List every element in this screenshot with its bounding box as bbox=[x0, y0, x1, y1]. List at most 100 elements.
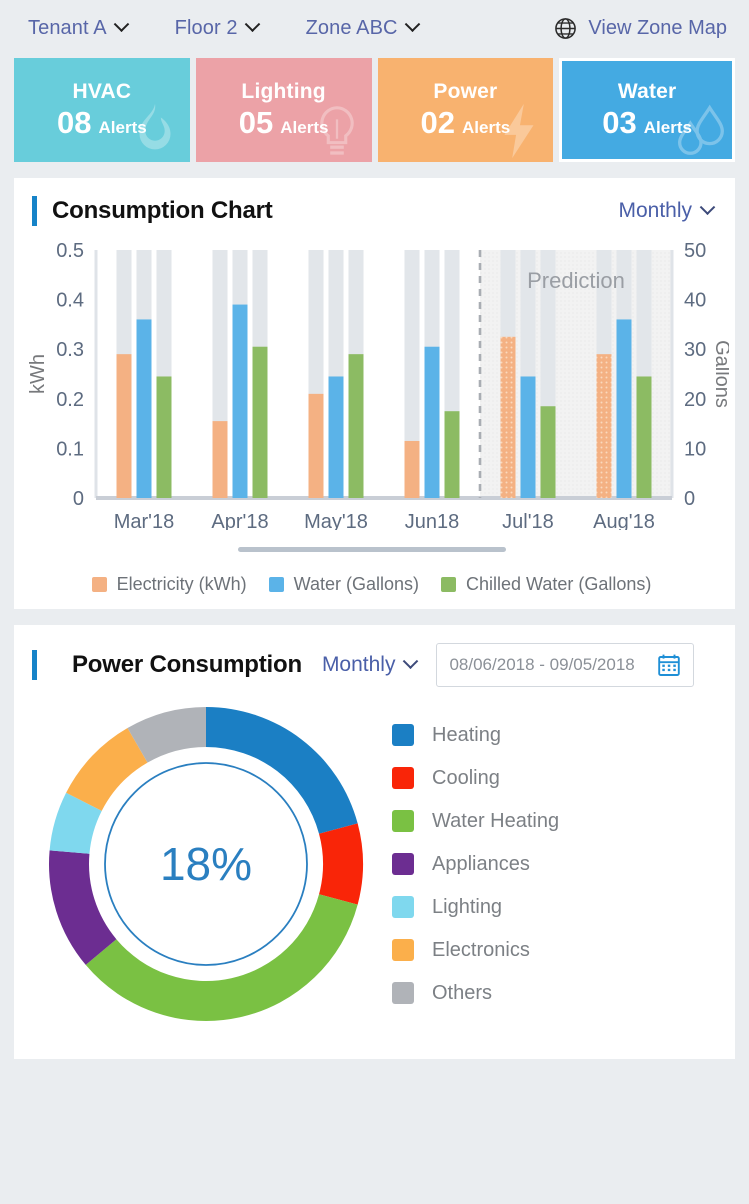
svg-text:0: 0 bbox=[73, 488, 84, 510]
alert-count-row: 03 Alerts bbox=[602, 105, 692, 141]
filter-tenant[interactable]: Tenant A bbox=[28, 15, 129, 40]
legend-swatch bbox=[392, 724, 414, 746]
chevron-down-icon bbox=[404, 15, 420, 32]
donut-chart-container: 18% bbox=[26, 699, 386, 1029]
power-period-dropdown[interactable]: Monthly bbox=[321, 652, 419, 677]
date-range-value: 08/06/2018 - 09/05/2018 bbox=[449, 655, 635, 674]
alert-unit: Alerts bbox=[462, 117, 511, 137]
alert-card-lighting[interactable]: Lighting 05 Alerts bbox=[195, 58, 372, 162]
svg-text:0.3: 0.3 bbox=[56, 339, 84, 361]
alert-count: 08 bbox=[57, 104, 92, 140]
legend-item-heating[interactable]: Heating bbox=[392, 724, 559, 747]
donut-segment-water-heating bbox=[85, 894, 358, 1021]
svg-text:Apr'18: Apr'18 bbox=[211, 511, 268, 530]
bar-chart-legend: Electricity (kWh) Water (Gallons) Chille… bbox=[24, 574, 719, 595]
svg-text:Mar'18: Mar'18 bbox=[114, 511, 175, 530]
legend-item-electronics[interactable]: Electronics bbox=[392, 939, 559, 962]
power-consumption-body: 18% Heating Cooling Water Heating Applia… bbox=[14, 699, 735, 1045]
accent-bar bbox=[32, 196, 37, 226]
legend-item-chilled-water[interactable]: Chilled Water (Gallons) bbox=[440, 574, 652, 595]
svg-text:Aug'18: Aug'18 bbox=[593, 511, 655, 530]
legend-label: Electronics bbox=[432, 938, 530, 961]
svg-text:0.5: 0.5 bbox=[56, 240, 84, 262]
globe-icon bbox=[555, 17, 577, 39]
view-zone-map-link[interactable]: View Zone Map bbox=[554, 17, 727, 40]
power-donut-chart[interactable]: 18% bbox=[41, 699, 371, 1029]
svg-text:Gallons: Gallons bbox=[711, 340, 729, 408]
consumption-chart-card: Consumption Chart Monthly Prediction 0 0.1… bbox=[14, 178, 735, 609]
alert-count: 03 bbox=[602, 104, 637, 140]
svg-text:May'18: May'18 bbox=[304, 511, 368, 530]
alert-count-row: 08 Alerts bbox=[57, 105, 147, 141]
top-filter-bar: Tenant A Floor 2 Zone ABC View Zone Map bbox=[0, 0, 749, 56]
alert-unit: Alerts bbox=[280, 117, 329, 137]
alert-card-water[interactable]: Water 03 Alerts bbox=[559, 58, 735, 162]
legend-swatch bbox=[392, 853, 414, 875]
legend-label: Chilled Water (Gallons) bbox=[465, 574, 652, 594]
view-zone-map-label: View Zone Map bbox=[588, 16, 727, 39]
svg-text:0.4: 0.4 bbox=[56, 290, 84, 312]
alert-cards: HVAC 08 Alerts Lighting 05 Alerts Power … bbox=[0, 58, 749, 162]
filter-floor[interactable]: Floor 2 bbox=[174, 15, 260, 40]
legend-swatch bbox=[392, 896, 414, 918]
donut-legend: Heating Cooling Water Heating Appliances… bbox=[386, 724, 559, 1005]
chart-horizontal-scrollbar[interactable] bbox=[237, 547, 506, 552]
page-title: Consumption Chart bbox=[52, 197, 273, 224]
legend-swatch bbox=[392, 982, 414, 1004]
chevron-down-icon bbox=[113, 15, 129, 32]
alert-title: HVAC bbox=[72, 79, 132, 103]
svg-text:20: 20 bbox=[684, 389, 706, 411]
date-range-picker[interactable]: 08/06/2018 - 09/05/2018 bbox=[436, 643, 695, 687]
legend-label: Lighting bbox=[432, 895, 503, 918]
svg-text:Jun18: Jun18 bbox=[405, 511, 460, 530]
power-consumption-card: Power Consumption Monthly 08/06/2018 - 0… bbox=[14, 625, 735, 1059]
legend-label: Appliances bbox=[432, 852, 530, 875]
legend-label: Cooling bbox=[432, 766, 500, 789]
svg-text:10: 10 bbox=[684, 438, 706, 460]
svg-text:30: 30 bbox=[684, 339, 706, 361]
legend-item-water[interactable]: Water (Gallons) bbox=[268, 574, 419, 595]
legend-label: Heating bbox=[432, 723, 501, 746]
donut-segment-heating bbox=[206, 707, 358, 834]
filter-tenant-label: Tenant A bbox=[28, 16, 107, 39]
alert-title: Power bbox=[433, 79, 498, 103]
consumption-chart-header: Consumption Chart Monthly bbox=[14, 178, 735, 236]
filter-floor-label: Floor 2 bbox=[174, 16, 238, 39]
svg-text:kWh: kWh bbox=[27, 354, 49, 394]
svg-text:Jul'18: Jul'18 bbox=[502, 511, 554, 530]
legend-item-appliances[interactable]: Appliances bbox=[392, 853, 559, 876]
donut-segment-cooling bbox=[319, 823, 363, 905]
legend-item-electricity[interactable]: Electricity (kWh) bbox=[91, 574, 247, 595]
power-consumption-title: Power Consumption bbox=[72, 651, 302, 678]
filter-zone-label: Zone ABC bbox=[305, 16, 398, 39]
svg-text:50: 50 bbox=[684, 240, 706, 262]
legend-swatch bbox=[91, 577, 107, 592]
legend-swatch bbox=[392, 939, 414, 961]
legend-item-lighting[interactable]: Lighting bbox=[392, 896, 559, 919]
filter-zone[interactable]: Zone ABC bbox=[305, 15, 420, 40]
chevron-down-icon bbox=[699, 198, 716, 215]
legend-swatch bbox=[440, 577, 456, 592]
legend-label: Water (Gallons) bbox=[293, 574, 419, 594]
consumption-period-dropdown[interactable]: Monthly bbox=[618, 198, 716, 223]
chevron-down-icon bbox=[244, 15, 260, 32]
alert-card-power[interactable]: Power 02 Alerts bbox=[377, 58, 554, 162]
legend-item-cooling[interactable]: Cooling bbox=[392, 767, 559, 790]
legend-swatch bbox=[392, 810, 414, 832]
legend-item-water-heating[interactable]: Water Heating bbox=[392, 810, 559, 833]
power-consumption-header: Power Consumption Monthly 08/06/2018 - 0… bbox=[14, 625, 735, 699]
legend-swatch bbox=[268, 577, 284, 592]
consumption-bar-chart[interactable]: Prediction 0 0.1 0.2 0.3 0.4 0.5 0 10 20 30 40 50 kWh… bbox=[24, 240, 733, 533]
svg-text:Prediction: Prediction bbox=[527, 268, 625, 293]
consumption-period-label: Monthly bbox=[618, 199, 692, 222]
power-period-label: Monthly bbox=[321, 653, 396, 676]
alert-card-hvac[interactable]: HVAC 08 Alerts bbox=[14, 58, 190, 162]
chevron-down-icon bbox=[403, 652, 419, 669]
bar-chart-area: Prediction 0 0.1 0.2 0.3 0.4 0.5 0 10 20 30 40 50 kWh… bbox=[14, 236, 735, 595]
svg-text:0: 0 bbox=[684, 488, 695, 510]
svg-text:18%: 18% bbox=[160, 838, 252, 890]
legend-label: Electricity (kWh) bbox=[116, 574, 247, 594]
legend-item-others[interactable]: Others bbox=[392, 982, 559, 1005]
alert-unit: Alerts bbox=[643, 117, 692, 137]
alert-count: 05 bbox=[238, 104, 274, 140]
